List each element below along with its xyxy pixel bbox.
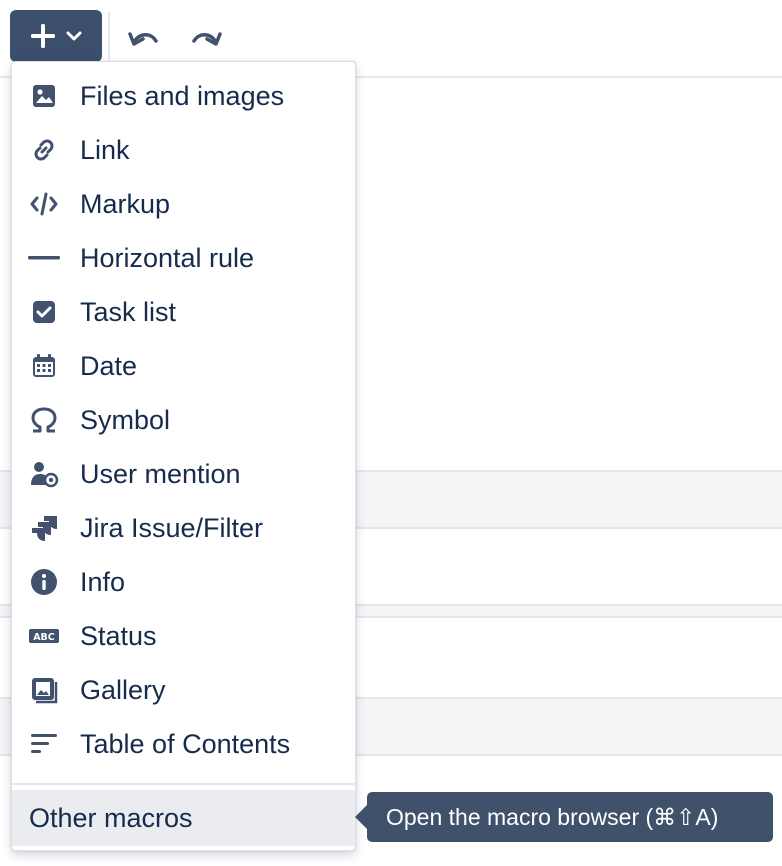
info-icon: [26, 564, 62, 600]
menu-item-label: Table of Contents: [80, 728, 291, 759]
menu-item-task-list[interactable]: Task list: [12, 285, 355, 339]
menu-item-info[interactable]: Info: [12, 555, 355, 609]
user-mention-icon: [26, 456, 62, 492]
checkbox-icon: [26, 294, 62, 330]
macro-browser-tooltip: Open the macro browser (⌘⇧A): [355, 792, 773, 842]
code-icon: [26, 186, 62, 222]
redo-icon[interactable]: [188, 20, 224, 56]
jira-icon: [26, 510, 62, 546]
menu-item-gallery[interactable]: Gallery: [12, 663, 355, 717]
plus-icon: [30, 23, 56, 49]
menu-item-markup[interactable]: Markup: [12, 177, 355, 231]
menu-item-symbol[interactable]: Symbol: [12, 393, 355, 447]
toolbar-separator: [108, 12, 110, 60]
menu-item-date[interactable]: Date: [12, 339, 355, 393]
menu-item-label: Symbol: [80, 404, 171, 435]
status-abc-icon: ABC: [26, 618, 62, 654]
gallery-icon: [26, 672, 62, 708]
tooltip-arrow: [355, 805, 367, 829]
menu-item-label: Other macros: [29, 802, 193, 833]
svg-text:ABC: ABC: [33, 632, 55, 643]
tooltip-text: Open the macro browser (⌘⇧A): [386, 803, 719, 830]
image-icon: [26, 78, 62, 114]
menu-item-jira-issue-filter[interactable]: Jira Issue/Filter: [12, 501, 355, 555]
menu-item-label: Link: [80, 134, 130, 165]
calendar-icon: [26, 348, 62, 384]
menu-item-label: Markup: [80, 188, 171, 219]
menu-item-label: Files and images: [80, 80, 285, 111]
menu-item-user-mention[interactable]: User mention: [12, 447, 355, 501]
horizontal-rule-icon: [26, 240, 62, 276]
menu-item-table-of-contents[interactable]: Table of Contents: [12, 717, 355, 771]
menu-item-files-and-images[interactable]: Files and images: [12, 69, 355, 123]
table-of-contents-icon: [26, 726, 62, 762]
omega-icon: [26, 402, 62, 438]
menu-item-label: Horizontal rule: [80, 242, 255, 273]
menu-item-horizontal-rule[interactable]: Horizontal rule: [12, 231, 355, 285]
menu-item-label: Jira Issue/Filter: [80, 512, 264, 543]
menu-item-link[interactable]: Link: [12, 123, 355, 177]
menu-item-status[interactable]: ABC Status: [12, 609, 355, 663]
menu-item-other-macros[interactable]: Other macros: [12, 790, 355, 846]
insert-button[interactable]: [10, 10, 102, 62]
undo-icon[interactable]: [126, 20, 162, 56]
chevron-down-icon: [66, 30, 82, 42]
insert-menu-list: Files and images Link Markup Horizontal …: [12, 69, 355, 771]
menu-divider: [12, 783, 355, 785]
menu-item-label: Status: [80, 620, 157, 651]
insert-menu: Files and images Link Markup Horizontal …: [11, 61, 356, 851]
menu-item-label: Info: [80, 566, 126, 597]
menu-item-label: Date: [80, 350, 138, 381]
menu-item-label: Gallery: [80, 674, 166, 705]
link-icon: [26, 132, 62, 168]
menu-item-label: Task list: [80, 296, 177, 327]
menu-item-label: User mention: [80, 458, 241, 489]
